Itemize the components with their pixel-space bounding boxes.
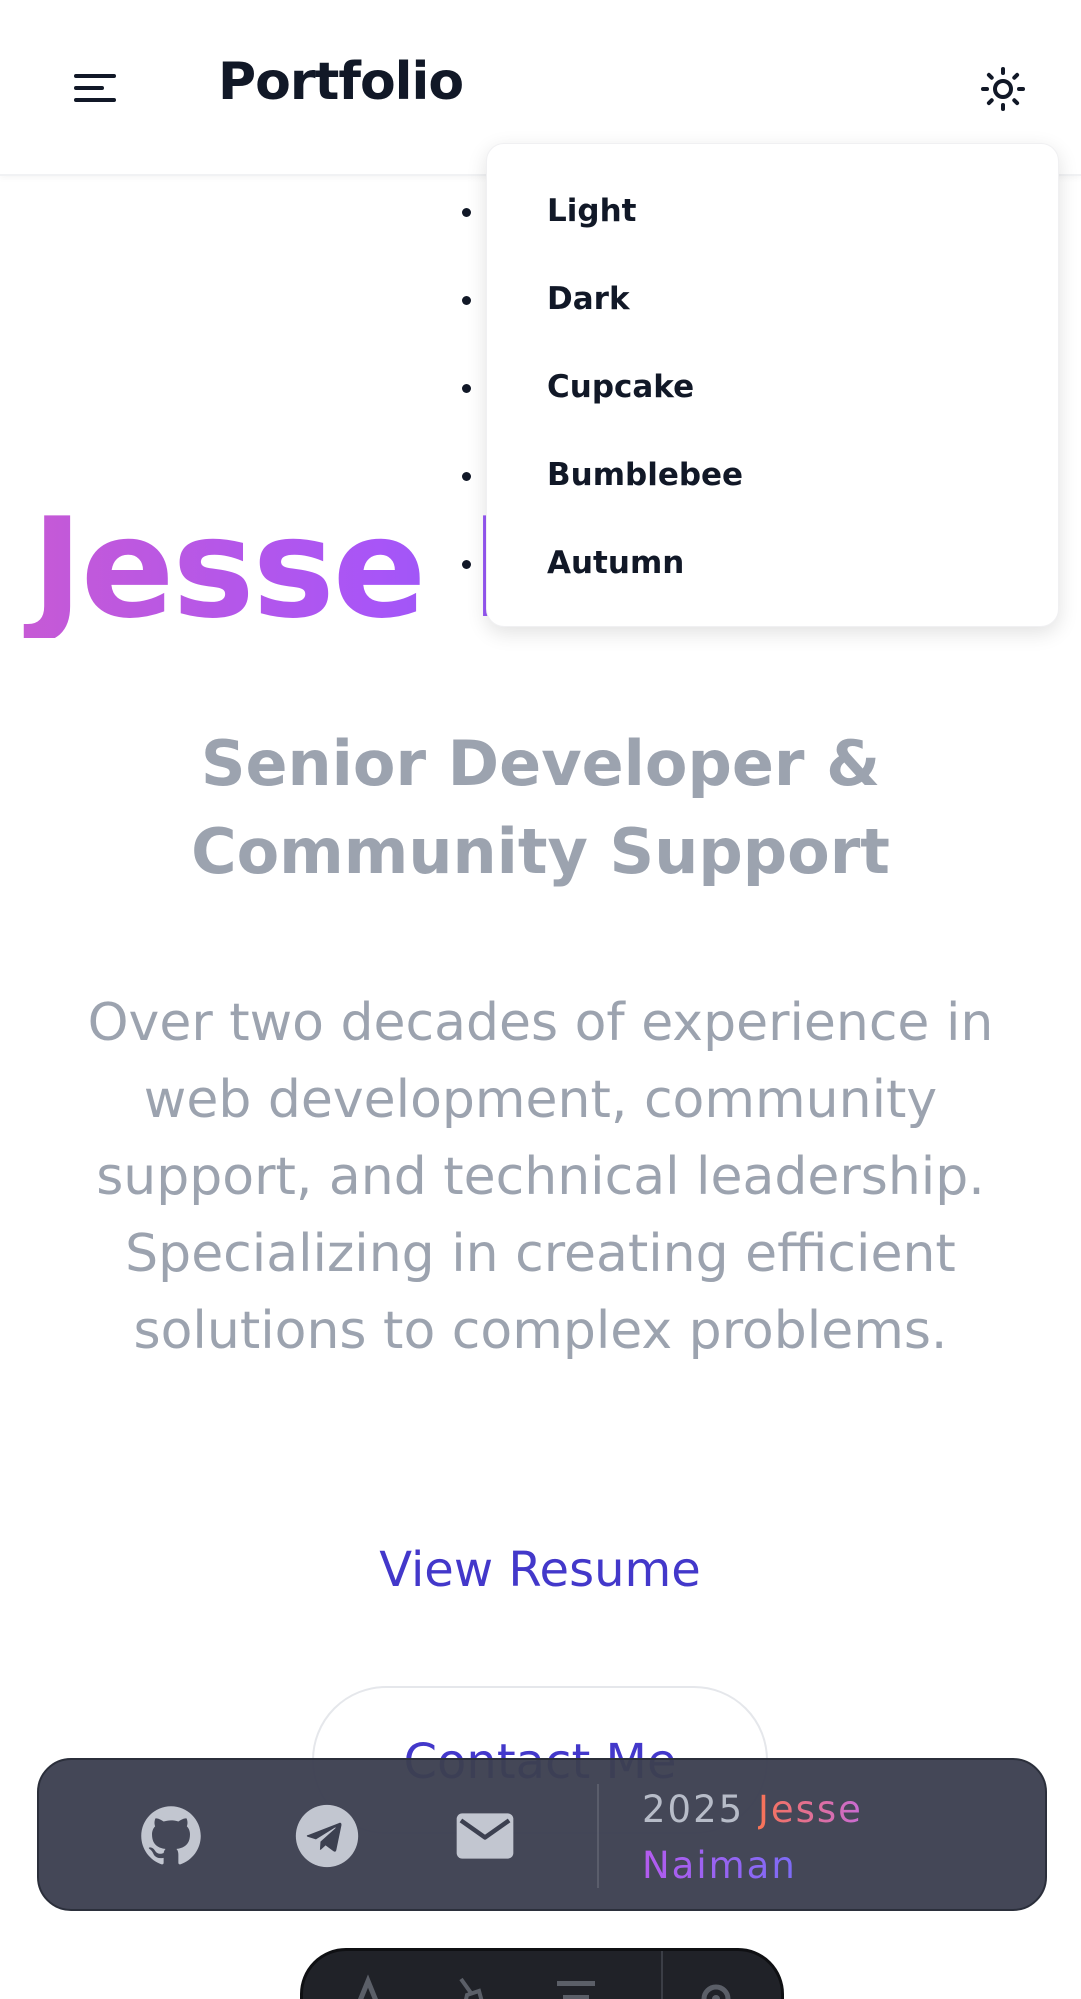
bottom-dock (300, 1948, 784, 1999)
brand-title[interactable]: Portfolio (218, 52, 464, 112)
settings-gear-icon[interactable] (693, 1973, 739, 1999)
github-link[interactable] (137, 1802, 205, 1870)
theme-option-cupcake[interactable]: Cupcake (487, 351, 1060, 423)
theme-dropdown: Light Dark Cupcake Bumblebee Autumn (486, 143, 1059, 627)
telegram-link[interactable] (293, 1802, 361, 1870)
copyright-first-name: Jesse (757, 1788, 863, 1831)
menu-button[interactable] (62, 58, 128, 118)
view-resume-button[interactable]: View Resume (340, 1530, 740, 1610)
theme-option-light[interactable]: Light (487, 175, 1060, 247)
align-icon[interactable] (553, 1973, 599, 1999)
github-icon (141, 1806, 201, 1865)
sun-icon (981, 67, 1025, 111)
footer-divider (597, 1784, 599, 1888)
telegram-icon (295, 1804, 359, 1868)
email-link[interactable] (451, 1802, 519, 1870)
copyright-text: 2025 Jesse Naiman (642, 1782, 982, 1894)
copyright-year: 2025 (642, 1788, 745, 1831)
hamburger-menu-icon (74, 74, 116, 102)
hero-description: Over two decades of experience in web de… (87, 993, 994, 1361)
theme-option-dark[interactable]: Dark (487, 263, 1060, 335)
mail-icon (456, 1813, 514, 1859)
copyright-last-name: Naiman (642, 1844, 797, 1887)
broom-icon[interactable] (449, 1973, 495, 1999)
theme-toggle-button[interactable] (966, 56, 1040, 120)
dock-divider (661, 1951, 663, 1999)
theme-option-bumblebee[interactable]: Bumblebee (487, 439, 1060, 511)
font-size-icon[interactable] (345, 1973, 391, 1999)
hero-title: Senior Developer & Community Support (191, 727, 890, 888)
theme-option-autumn[interactable]: Autumn (487, 527, 1060, 599)
footer-bar: 2025 Jesse Naiman (37, 1758, 1047, 1911)
